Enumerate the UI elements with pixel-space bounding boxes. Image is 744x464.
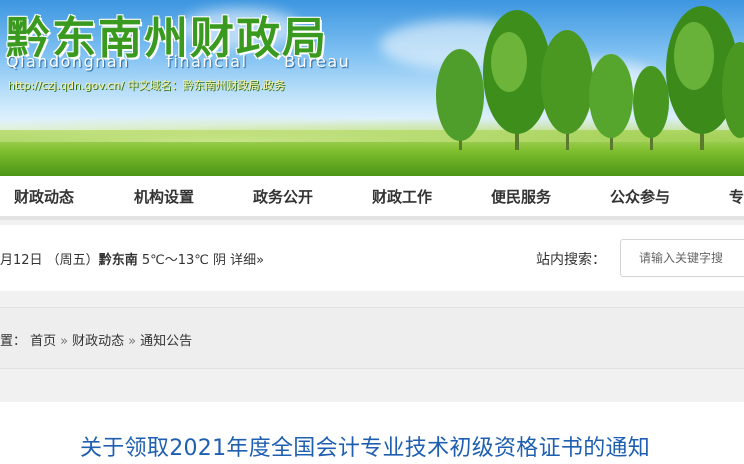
date-text: 月12日 （周五） (0, 253, 99, 268)
breadcrumb-notices[interactable]: 通知公告 (140, 334, 192, 349)
breadcrumb-separator: » (60, 334, 69, 349)
city-name: 黔东南 (98, 253, 138, 268)
nav-item-finance-news[interactable]: 财政动态 (14, 186, 74, 207)
nav-item-gov-disclosure[interactable]: 政务公开 (253, 186, 313, 207)
breadcrumb: 置： 首页» 财政动态» 通知公告 (0, 330, 192, 349)
site-subtitle: Qiandongnan financial Bureau (6, 52, 351, 71)
weather-text: 5℃～13℃ 阴 (137, 253, 231, 268)
main-nav: 财政动态 机构设置 政务公开 财政工作 便民服务 公众参与 专 (0, 176, 744, 220)
site-banner: 黔东南州财政局 Qiandongnan financial Bureau htt… (0, 0, 744, 176)
article-title: 关于领取2021年度全国会计专业技术初级资格证书的通知 (80, 436, 651, 461)
nav-item-participation[interactable]: 公众参与 (610, 186, 670, 207)
nav-item-public-service[interactable]: 便民服务 (491, 186, 551, 207)
info-bar: 月12日 （周五）黔东南 5℃～13℃ 阴 详细» 站内搜索： (0, 225, 744, 291)
nav-item-finance-work[interactable]: 财政工作 (372, 186, 432, 207)
search-label: 站内搜索： (536, 252, 606, 268)
breadcrumb-bar: 置： 首页» 财政动态» 通知公告 (0, 307, 744, 369)
site-domain: http://czj.qdn.gov.cn/ 中文域名：黔东南州财政局.政务 (8, 79, 286, 92)
date-weather: 月12日 （周五）黔东南 5℃～13℃ 阴 详细» (0, 249, 264, 268)
breadcrumb-home[interactable]: 首页 (30, 334, 56, 349)
breadcrumb-finance-news[interactable]: 财政动态 (72, 334, 124, 349)
breadcrumb-separator: » (128, 334, 137, 349)
article-panel: 关于领取2021年度全国会计专业技术初级资格证书的通知 (0, 402, 744, 464)
nav-item-organization[interactable]: 机构设置 (134, 186, 194, 207)
breadcrumb-prefix: 置： (0, 334, 27, 349)
nav-item-special[interactable]: 专 (729, 186, 744, 207)
search-input[interactable] (620, 239, 744, 277)
weather-detail-link[interactable]: 详细» (230, 253, 264, 268)
